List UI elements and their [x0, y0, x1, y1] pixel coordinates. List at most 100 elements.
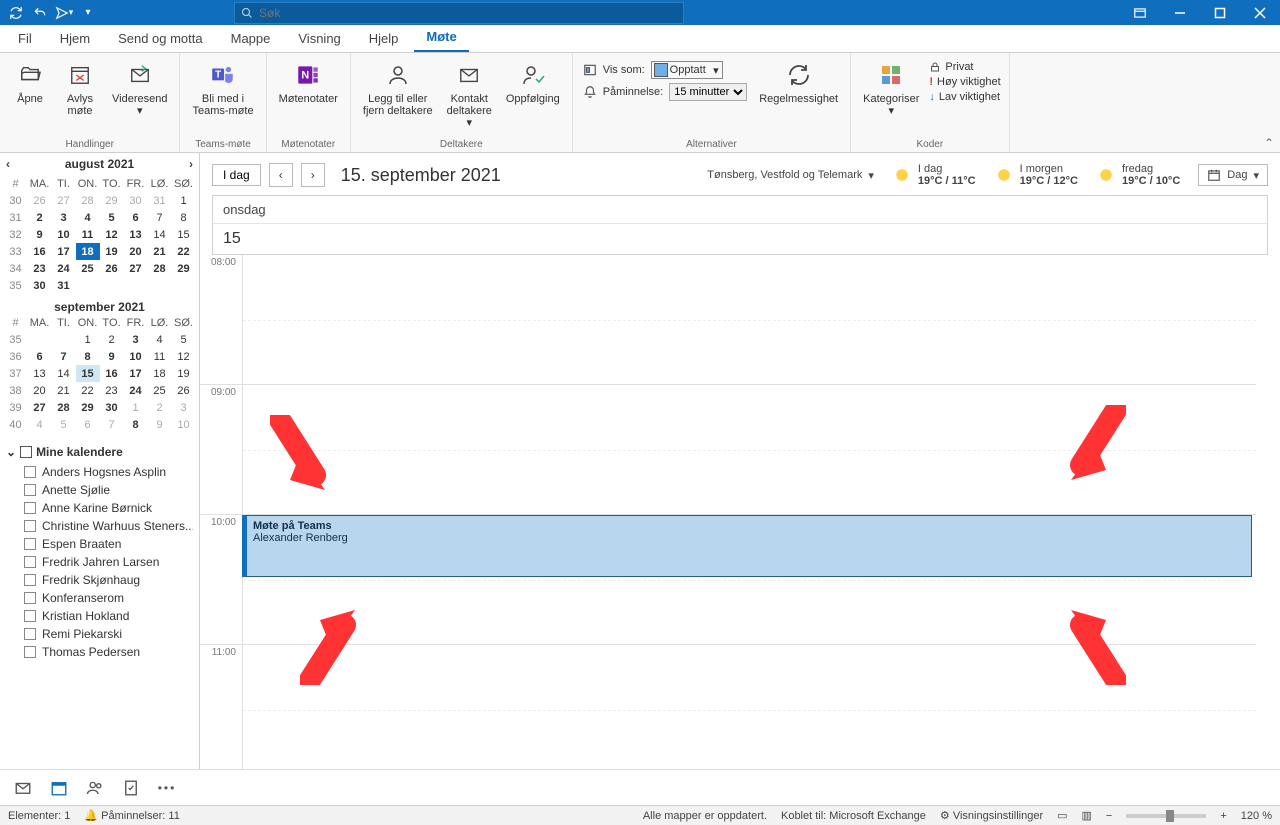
- mini-cal-day[interactable]: [76, 277, 100, 294]
- mini-cal-day[interactable]: 21: [148, 243, 172, 260]
- time-grid[interactable]: 08:00 09:00 10:00 11:00 Møte på Teams Al…: [200, 255, 1268, 769]
- mini-cal-day[interactable]: [100, 277, 124, 294]
- mini-cal-day[interactable]: 16: [28, 243, 52, 260]
- private-button[interactable]: Privat: [929, 61, 1000, 73]
- mini-cal-day[interactable]: 11: [148, 348, 172, 365]
- checkbox[interactable]: [24, 538, 36, 550]
- mini-cal-day[interactable]: 2: [28, 209, 52, 226]
- zoom-out-button[interactable]: −: [1106, 810, 1112, 822]
- prev-day-button[interactable]: ‹: [269, 163, 293, 187]
- zoom-level[interactable]: 120 %: [1241, 810, 1272, 822]
- mini-cal-day[interactable]: 9: [148, 416, 172, 433]
- mini-cal-day[interactable]: 9: [100, 348, 124, 365]
- calendar-item[interactable]: Remi Piekarski: [6, 625, 193, 643]
- mini-cal-day[interactable]: 26: [100, 260, 124, 277]
- mini-cal-day[interactable]: [172, 277, 196, 294]
- teams-join-button[interactable]: TBli med i Teams-møte: [186, 57, 259, 137]
- mini-cal-day[interactable]: 1: [76, 331, 100, 348]
- mini-cal-day[interactable]: 25: [148, 382, 172, 399]
- search-box[interactable]: [234, 2, 684, 24]
- calendar-item[interactable]: Christine Warhuus Steners...: [6, 517, 193, 535]
- mini-cal-day[interactable]: 6: [76, 416, 100, 433]
- calendar-group-header[interactable]: ⌄Mine kalendere: [6, 445, 193, 459]
- close-button[interactable]: [1240, 0, 1280, 25]
- mini-cal-day[interactable]: 24: [52, 260, 76, 277]
- mini-cal-day[interactable]: 29: [100, 192, 124, 209]
- contact-attendees-button[interactable]: Kontakt deltakere▾: [441, 57, 498, 137]
- mini-cal-day[interactable]: 3: [52, 209, 76, 226]
- checkbox[interactable]: [24, 502, 36, 514]
- mini-calendar-1[interactable]: #MA.TI.ON.TO.FR.LØ.SØ.302627282930311312…: [4, 175, 196, 294]
- calendar-item[interactable]: Anders Hogsnes Asplin: [6, 463, 193, 481]
- mini-cal-day[interactable]: 30: [124, 192, 148, 209]
- mini-cal-day[interactable]: 4: [76, 209, 100, 226]
- mini-cal-day[interactable]: 30: [28, 277, 52, 294]
- more-nav-icon[interactable]: •••: [154, 775, 180, 801]
- tab-visning[interactable]: Visning: [286, 25, 352, 52]
- tab-mote[interactable]: Møte: [414, 23, 468, 52]
- zoom-in-button[interactable]: +: [1220, 810, 1226, 822]
- mini-cal-day[interactable]: 7: [100, 416, 124, 433]
- checkbox[interactable]: [24, 556, 36, 568]
- reminder-dropdown[interactable]: 15 minutter: [669, 83, 747, 101]
- mini-cal-day[interactable]: 1: [124, 399, 148, 416]
- add-remove-attendees-button[interactable]: Legg til eller fjern deltakere: [357, 57, 439, 137]
- mini-cal-day[interactable]: 28: [76, 192, 100, 209]
- mini-cal-day[interactable]: 5: [100, 209, 124, 226]
- mini-cal-day[interactable]: 15: [172, 226, 196, 243]
- mini-cal-day[interactable]: 29: [76, 399, 100, 416]
- mini-cal-day[interactable]: 18: [148, 365, 172, 382]
- mini-cal-day[interactable]: 10: [124, 348, 148, 365]
- sync-icon[interactable]: [6, 3, 26, 23]
- display-settings-button[interactable]: ⚙ Visningsinstillinger: [940, 809, 1043, 822]
- calendar-item[interactable]: Thomas Pedersen: [6, 643, 193, 661]
- low-importance-button[interactable]: ↓Lav viktighet: [929, 91, 1000, 103]
- high-importance-button[interactable]: !Høy viktighet: [929, 76, 1000, 88]
- mini-cal-day[interactable]: 13: [28, 365, 52, 382]
- customize-qat-icon[interactable]: ▾: [78, 3, 98, 23]
- checkbox[interactable]: [24, 628, 36, 640]
- tab-mappe[interactable]: Mappe: [219, 25, 283, 52]
- mini-cal-day[interactable]: 5: [52, 416, 76, 433]
- mini-cal-day[interactable]: 19: [172, 365, 196, 382]
- mini-cal-day[interactable]: 1: [172, 192, 196, 209]
- mini-cal-day[interactable]: 7: [148, 209, 172, 226]
- people-nav-icon[interactable]: [82, 775, 108, 801]
- calendar-item[interactable]: Anette Sjølie: [6, 481, 193, 499]
- mini-cal-day[interactable]: 26: [28, 192, 52, 209]
- mini-cal-day[interactable]: 4: [148, 331, 172, 348]
- mini-cal-day[interactable]: 22: [76, 382, 100, 399]
- mini-cal-day[interactable]: 27: [28, 399, 52, 416]
- mini-calendar-2[interactable]: #MA.TI.ON.TO.FR.LØ.SØ.351234536678910111…: [4, 314, 196, 433]
- mini-cal-day[interactable]: 26: [172, 382, 196, 399]
- recurrence-button[interactable]: Regelmessighet: [753, 57, 844, 137]
- mini-cal-day[interactable]: 23: [100, 382, 124, 399]
- mini-cal-day[interactable]: 3: [172, 399, 196, 416]
- zoom-slider[interactable]: [1126, 814, 1206, 818]
- today-button[interactable]: I dag: [212, 164, 261, 186]
- mini-cal-day[interactable]: 2: [148, 399, 172, 416]
- status-reminders[interactable]: 🔔 Påminnelser: 11: [84, 809, 179, 822]
- checkbox[interactable]: [24, 466, 36, 478]
- mini-cal-day[interactable]: 6: [28, 348, 52, 365]
- checkbox[interactable]: [24, 592, 36, 604]
- mini-cal-day[interactable]: 5: [172, 331, 196, 348]
- mini-cal-day[interactable]: 15: [76, 365, 100, 382]
- mini-cal-day[interactable]: 23: [28, 260, 52, 277]
- open-button[interactable]: Åpne: [6, 57, 54, 137]
- calendar-item[interactable]: Fredrik Jahren Larsen: [6, 553, 193, 571]
- calendar-item[interactable]: Anne Karine Børnick: [6, 499, 193, 517]
- mini-cal-day[interactable]: 8: [124, 416, 148, 433]
- mini-cal-day[interactable]: 14: [148, 226, 172, 243]
- mini-cal-day[interactable]: [52, 331, 76, 348]
- maximize-button[interactable]: [1200, 0, 1240, 25]
- checkbox[interactable]: [24, 574, 36, 586]
- calendar-nav-icon[interactable]: [46, 775, 72, 801]
- view-reading-icon[interactable]: ▥: [1082, 809, 1092, 822]
- cancel-meeting-button[interactable]: Avlys møte: [56, 57, 104, 137]
- quick-send-icon[interactable]: ▾: [54, 3, 74, 23]
- mini-cal-day[interactable]: 22: [172, 243, 196, 260]
- mini-cal-day[interactable]: 30: [100, 399, 124, 416]
- view-normal-icon[interactable]: ▭: [1057, 809, 1067, 822]
- mini-cal-day[interactable]: [148, 277, 172, 294]
